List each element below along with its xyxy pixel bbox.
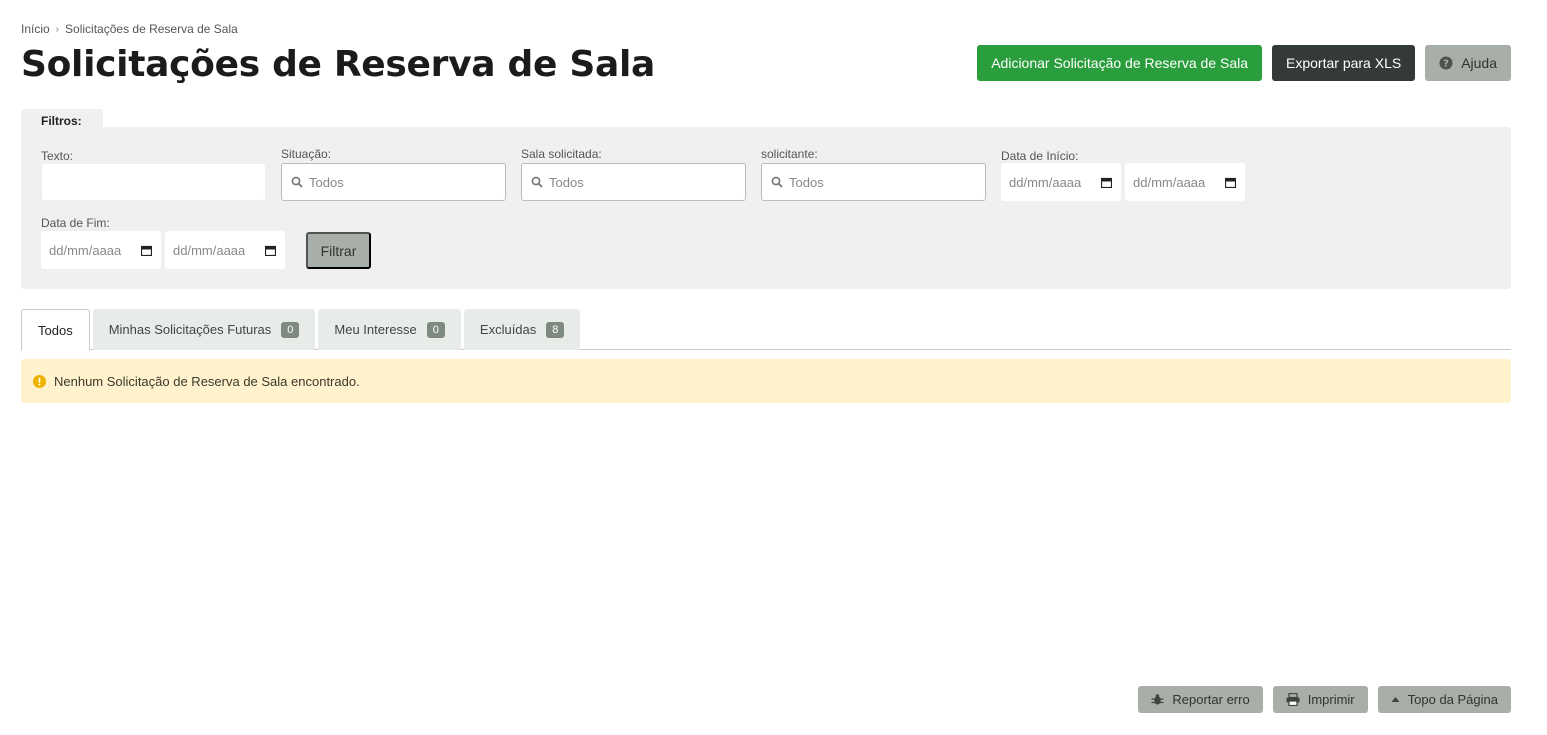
data-fim-from-input[interactable]: dd/mm/aaaa [41, 231, 161, 269]
date-placeholder: dd/mm/aaaa [49, 242, 122, 258]
page-title: Solicitações de Reserva de Sala [21, 44, 655, 85]
alert-message: Nenhum Solicitação de Reserva de Sala en… [54, 373, 360, 389]
calendar-icon[interactable] [1101, 177, 1112, 188]
situacao-select[interactable]: Todos [281, 163, 506, 201]
data-inicio-from-input[interactable]: dd/mm/aaaa [1001, 163, 1121, 201]
data-inicio-label: Data de Início: [1001, 149, 1079, 163]
breadcrumb: Início › Solicitações de Reserva de Sala [21, 22, 238, 36]
search-icon [291, 176, 303, 188]
add-request-button[interactable]: Adicionar Solicitação de Reserva de Sala [977, 45, 1263, 81]
bug-icon [1151, 694, 1164, 705]
tab-meu-interesse[interactable]: Meu Interesse 0 [318, 309, 461, 350]
date-placeholder: dd/mm/aaaa [1133, 174, 1206, 190]
caret-up-icon [1391, 697, 1400, 702]
texto-input[interactable] [41, 163, 266, 201]
count-badge: 0 [281, 321, 300, 338]
data-inicio-to-input[interactable]: dd/mm/aaaa [1125, 163, 1245, 201]
tab-label: Todos [38, 322, 73, 338]
sala-select[interactable]: Todos [521, 163, 746, 201]
tab-minhas-solicitacoes-futuras[interactable]: Minhas Solicitações Futuras 0 [92, 309, 316, 350]
tab-label: Meu Interesse [334, 322, 417, 337]
count-badge: 8 [546, 321, 565, 338]
data-fim-to-input[interactable]: dd/mm/aaaa [165, 231, 285, 269]
footer-actions: Reportar erro Imprimir Topo da Página [1138, 686, 1511, 713]
search-icon [531, 176, 543, 188]
count-badge: 0 [426, 321, 445, 338]
situacao-label: Situação: [281, 147, 332, 161]
print-label: Imprimir [1307, 692, 1355, 707]
date-placeholder: dd/mm/aaaa [173, 242, 246, 258]
situacao-value: Todos [309, 174, 344, 190]
report-error-label: Reportar erro [1172, 692, 1250, 707]
print-button[interactable]: Imprimir [1272, 686, 1368, 713]
calendar-icon[interactable] [265, 245, 276, 256]
export-xls-button[interactable]: Exportar para XLS [1272, 45, 1416, 81]
filters-tab: Filtros: [21, 109, 103, 129]
tab-excluidas[interactable]: Excluídas 8 [463, 309, 581, 350]
back-to-top-button[interactable]: Topo da Página [1377, 686, 1511, 713]
sala-value: Todos [549, 174, 584, 190]
filters-panel: Texto: Situação: Todos Sala solicitada: … [21, 127, 1511, 289]
svg-text:?: ? [1443, 59, 1449, 70]
texto-label: Texto: [41, 149, 74, 163]
tab-label: Minhas Solicitações Futuras [108, 322, 272, 337]
tab-label: Excluídas [479, 322, 537, 337]
page-actions: Adicionar Solicitação de Reserva de Sala… [977, 45, 1511, 81]
search-icon [771, 176, 783, 188]
help-button[interactable]: ? Ajuda [1425, 45, 1511, 81]
calendar-icon[interactable] [141, 245, 152, 256]
date-placeholder: dd/mm/aaaa [1009, 174, 1082, 190]
solicitante-value: Todos [789, 174, 824, 190]
printer-icon [1286, 693, 1300, 706]
calendar-icon[interactable] [1225, 177, 1236, 188]
breadcrumb-home-link[interactable]: Início [21, 22, 50, 36]
solicitante-label: solicitante: [761, 147, 818, 161]
report-error-button[interactable]: Reportar erro [1138, 686, 1263, 713]
sala-label: Sala solicitada: [521, 147, 602, 161]
chevron-right-icon: › [55, 23, 60, 35]
tab-todos[interactable]: Todos [21, 309, 90, 351]
question-circle-icon: ? [1439, 56, 1453, 70]
help-button-label: Ajuda [1461, 55, 1497, 71]
tabs: Todos Minhas Solicitações Futuras 0 Meu … [21, 309, 1511, 351]
back-to-top-label: Topo da Página [1407, 692, 1498, 707]
solicitante-select[interactable]: Todos [761, 163, 986, 201]
breadcrumb-current: Solicitações de Reserva de Sala [65, 22, 238, 36]
data-fim-label: Data de Fim: [41, 216, 110, 230]
empty-results-alert: Nenhum Solicitação de Reserva de Sala en… [21, 359, 1511, 403]
exclamation-circle-icon [33, 374, 46, 388]
filter-button[interactable]: Filtrar [306, 232, 371, 269]
